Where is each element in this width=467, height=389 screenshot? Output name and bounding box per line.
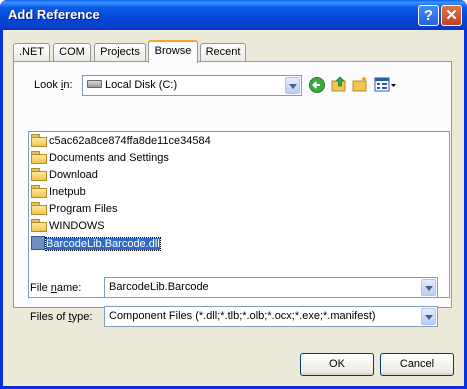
- tab-recent[interactable]: Recent: [200, 43, 246, 61]
- list-item[interactable]: Program Files: [31, 202, 117, 218]
- dll-file-icon: [31, 236, 45, 250]
- cancel-button[interactable]: Cancel: [380, 353, 454, 376]
- list-item-selected[interactable]: BarcodeLib.Barcode.dll: [31, 236, 161, 252]
- look-in-label: Look in:: [34, 79, 73, 91]
- file-name-field[interactable]: BarcodeLib.Barcode: [104, 277, 438, 298]
- tab-com[interactable]: COM: [53, 43, 91, 61]
- chevron-down-icon[interactable]: [421, 279, 436, 296]
- folder-icon: [31, 151, 47, 164]
- tab-net[interactable]: .NET: [13, 43, 50, 61]
- window-title: Add Reference: [8, 7, 100, 22]
- chevron-down-icon[interactable]: [285, 77, 300, 94]
- up-folder-icon[interactable]: [329, 74, 349, 94]
- drive-icon: [87, 80, 102, 88]
- folder-icon: [31, 168, 47, 181]
- folder-icon: [31, 202, 47, 215]
- browse-panel: Look in: Local Disk (C:) c5ac62a8ce874ff…: [13, 61, 452, 308]
- look-in-dropdown[interactable]: Local Disk (C:): [82, 75, 302, 96]
- help-button[interactable]: ?: [418, 5, 439, 26]
- list-item[interactable]: WINDOWS: [31, 219, 105, 235]
- list-item[interactable]: c5ac62a8ce874ffa8de11ce34584: [31, 134, 211, 150]
- folder-icon: [31, 185, 47, 198]
- file-name-label: File name:: [30, 282, 82, 294]
- folder-icon: [31, 134, 47, 147]
- list-item[interactable]: Documents and Settings: [31, 151, 169, 167]
- tab-projects[interactable]: Projects: [94, 43, 146, 61]
- dialog-window: Add Reference ? ✕ .NET COM Projects Brow…: [0, 0, 467, 389]
- file-list[interactable]: c5ac62a8ce874ffa8de11ce34584 Documents a…: [28, 131, 450, 298]
- dialog-body: .NET COM Projects Browse Recent Look in:…: [3, 30, 464, 386]
- tab-browse[interactable]: Browse: [148, 40, 198, 63]
- file-type-label: Files of type:: [30, 311, 93, 323]
- title-bar[interactable]: Add Reference ? ✕: [0, 0, 467, 30]
- view-menu-icon[interactable]: [373, 75, 397, 95]
- list-item[interactable]: Download: [31, 168, 98, 184]
- close-button[interactable]: ✕: [441, 5, 462, 26]
- new-folder-icon[interactable]: [350, 74, 370, 94]
- folder-icon: [31, 219, 47, 232]
- chevron-down-icon[interactable]: [421, 308, 436, 325]
- list-item[interactable]: Inetpub: [31, 185, 86, 201]
- file-type-dropdown[interactable]: Component Files (*.dll;*.tlb;*.olb;*.ocx…: [104, 306, 438, 327]
- ok-button[interactable]: OK: [300, 353, 374, 376]
- back-icon[interactable]: [307, 75, 327, 95]
- look-in-value: Local Disk (C:): [105, 79, 178, 91]
